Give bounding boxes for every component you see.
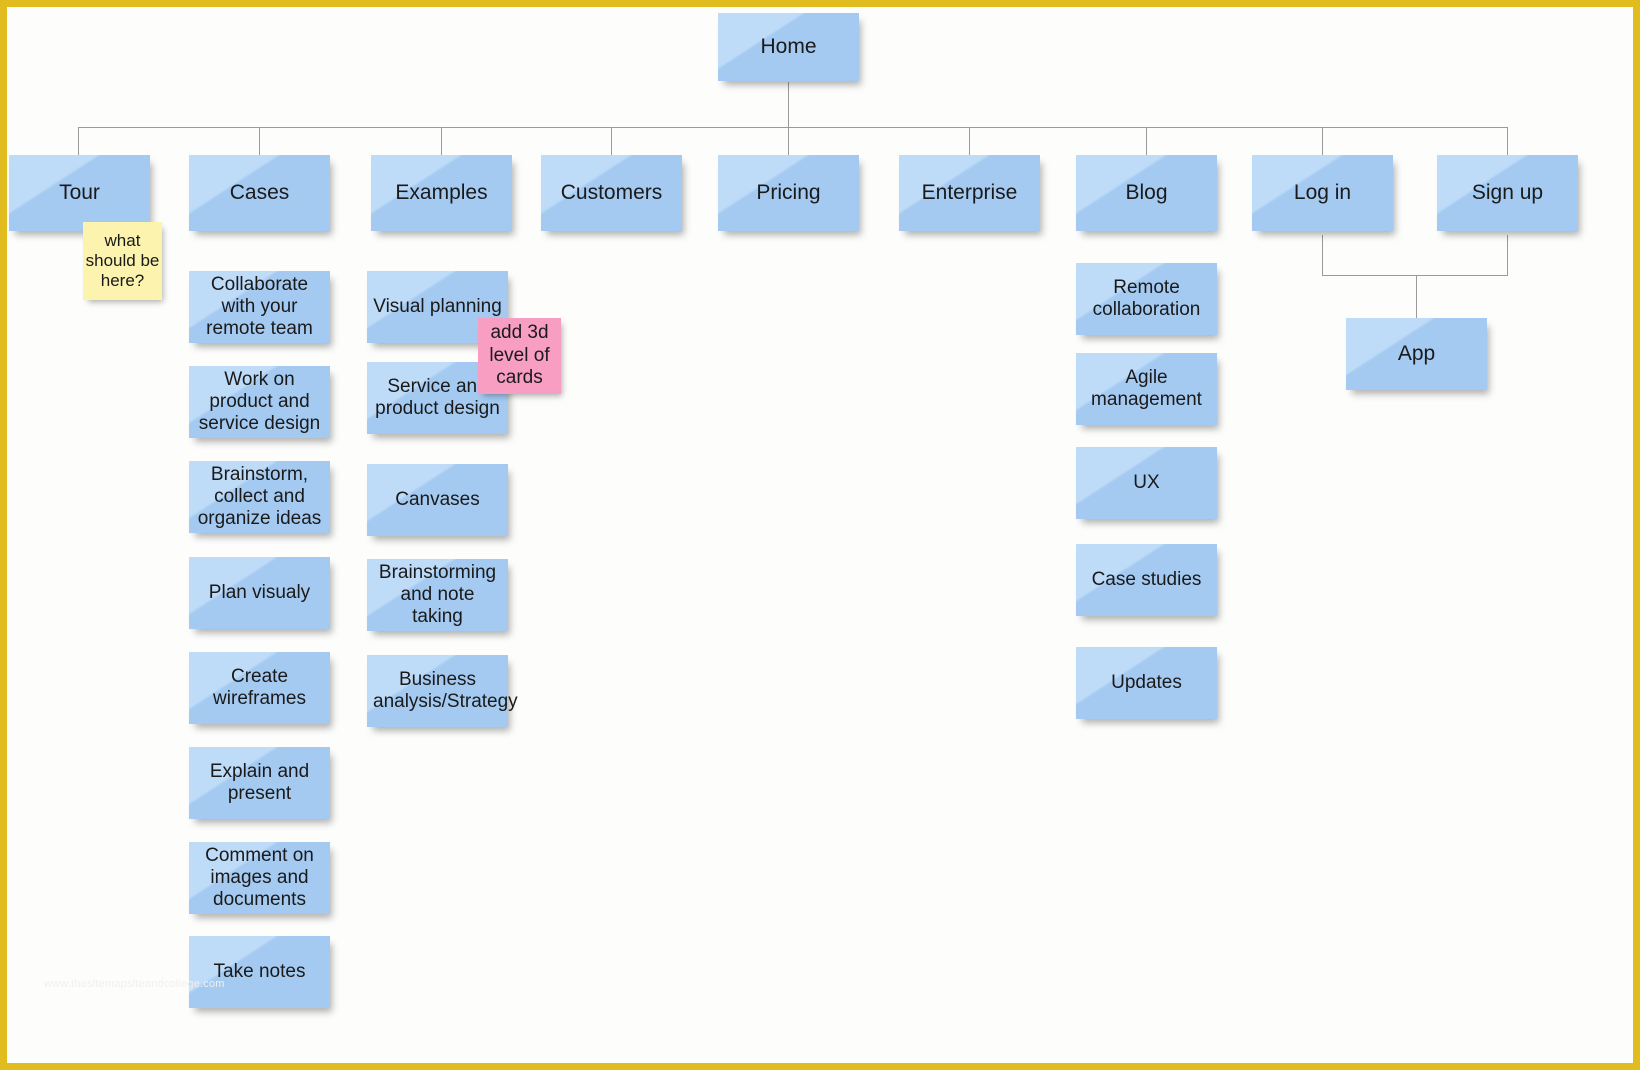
node-cases-label: Cases — [229, 180, 290, 204]
connector-drop-app — [1416, 275, 1417, 318]
connector-main-bus — [78, 127, 1508, 128]
sitemap-stage: Home Tour Cases Examples Customers Prici… — [7, 7, 1633, 1063]
connector-drop-cases — [259, 127, 260, 155]
node-blog-child-1[interactable]: Remote collaboration — [1076, 263, 1217, 335]
node-pricing[interactable]: Pricing — [718, 155, 859, 231]
connector-drop-examples — [441, 127, 442, 155]
node-cases[interactable]: Cases — [189, 155, 330, 231]
node-cases-child-3-label: Brainstorm, collect and organize ideas — [197, 463, 322, 530]
connector-app-bus — [1322, 275, 1508, 276]
connector-login-to-app-stem — [1322, 235, 1323, 275]
node-blog-child-3-label: UX — [1133, 471, 1160, 493]
note-what-should-be-here-text: what should be here? — [85, 230, 160, 291]
node-tour-label: Tour — [59, 180, 100, 204]
node-app[interactable]: App — [1346, 318, 1487, 390]
node-cases-child-7[interactable]: Comment on images and documents — [189, 842, 330, 914]
node-enterprise[interactable]: Enterprise — [899, 155, 1040, 231]
node-enterprise-label: Enterprise — [921, 180, 1018, 204]
node-customers-label: Customers — [560, 180, 663, 204]
node-examples-child-3[interactable]: Canvases — [367, 464, 508, 536]
node-cases-child-1[interactable]: Collaborate with your remote team — [189, 271, 330, 343]
node-app-label: App — [1397, 341, 1436, 365]
note-add-3d-level[interactable]: add 3d level of cards — [478, 318, 561, 394]
node-examples-child-4-label: Brainstorming and note taking — [378, 561, 497, 628]
connector-drop-login — [1322, 127, 1323, 155]
node-home[interactable]: Home — [718, 13, 859, 81]
node-customers[interactable]: Customers — [541, 155, 682, 231]
connector-drop-enterprise — [969, 127, 970, 155]
node-blog-child-4-label: Case studies — [1091, 568, 1202, 590]
node-login-label: Log in — [1293, 180, 1352, 204]
node-examples-label: Examples — [395, 180, 488, 204]
connector-drop-signup — [1507, 127, 1508, 155]
connector-signup-to-app-stem — [1507, 235, 1508, 275]
note-what-should-be-here[interactable]: what should be here? — [83, 222, 162, 300]
connector-drop-customers — [611, 127, 612, 155]
node-cases-child-7-label: Comment on images and documents — [205, 844, 314, 911]
node-login[interactable]: Log in — [1252, 155, 1393, 231]
node-cases-child-2-label: Work on product and service design — [198, 368, 321, 435]
node-tour[interactable]: Tour — [9, 155, 150, 231]
node-cases-child-8[interactable]: Take notes — [189, 936, 330, 1008]
node-examples[interactable]: Examples — [371, 155, 512, 231]
node-pricing-label: Pricing — [756, 180, 821, 204]
node-examples-child-4[interactable]: Brainstorming and note taking — [367, 559, 508, 631]
node-cases-child-6[interactable]: Explain and present — [189, 747, 330, 819]
connector-drop-pricing — [788, 127, 789, 155]
node-cases-child-5-label: Create wireframes — [213, 665, 306, 709]
connector-home-stem — [788, 82, 789, 127]
node-cases-child-5[interactable]: Create wireframes — [189, 652, 330, 724]
node-examples-child-1-label: Visual planning — [373, 295, 502, 317]
node-blog-child-2[interactable]: Agile management — [1076, 353, 1217, 425]
node-cases-child-2[interactable]: Work on product and service design — [189, 366, 330, 438]
node-blog-child-3[interactable]: UX — [1076, 447, 1217, 519]
node-blog-child-1-label: Remote collaboration — [1092, 276, 1201, 320]
node-blog-child-5-label: Updates — [1111, 671, 1182, 693]
node-signup-label: Sign up — [1471, 180, 1544, 204]
node-cases-child-4-label: Plan visualy — [208, 581, 311, 603]
node-examples-child-5-label: Business analysis/Strategy — [373, 668, 518, 712]
note-add-3d-level-text: add 3d level of cards — [489, 322, 550, 389]
connector-drop-blog — [1146, 127, 1147, 155]
connector-drop-tour — [78, 127, 79, 155]
node-examples-child-5[interactable]: Business analysis/Strategy — [367, 655, 518, 727]
watermark-text: www.thesitemapsiteandcollege.com — [44, 978, 225, 990]
node-cases-child-4[interactable]: Plan visualy — [189, 557, 330, 629]
node-blog[interactable]: Blog — [1076, 155, 1217, 231]
node-cases-child-3[interactable]: Brainstorm, collect and organize ideas — [189, 461, 330, 533]
sitemap-canvas: Home Tour Cases Examples Customers Prici… — [0, 0, 1640, 1070]
node-cases-child-6-label: Explain and present — [209, 760, 310, 804]
node-blog-label: Blog — [1125, 180, 1168, 204]
node-examples-child-3-label: Canvases — [395, 488, 480, 510]
node-blog-child-5[interactable]: Updates — [1076, 647, 1217, 719]
node-blog-child-2-label: Agile management — [1091, 366, 1202, 410]
node-home-label: Home — [760, 34, 817, 58]
node-cases-child-1-label: Collaborate with your remote team — [206, 273, 313, 340]
node-signup[interactable]: Sign up — [1437, 155, 1578, 231]
node-blog-child-4[interactable]: Case studies — [1076, 544, 1217, 616]
